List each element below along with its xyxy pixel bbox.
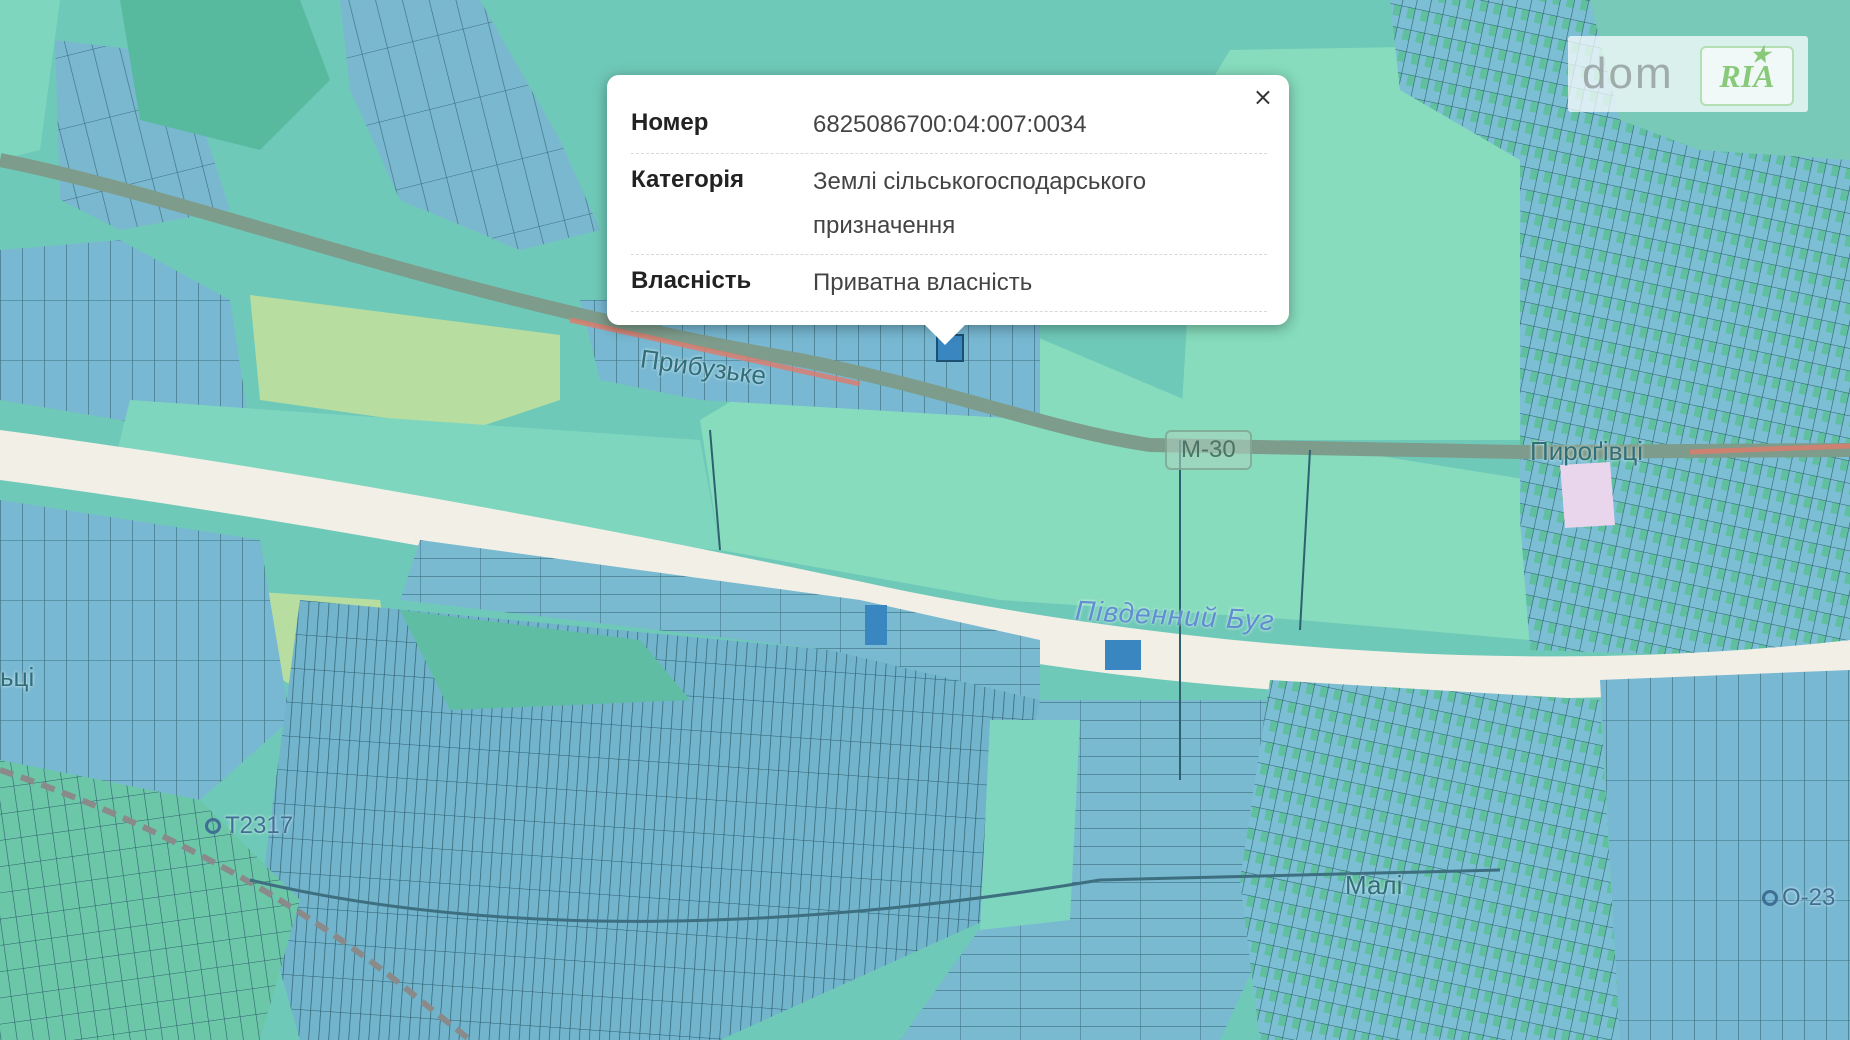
road-shield-m30: М-30: [1165, 430, 1252, 470]
popup-key-number: Номер: [631, 109, 709, 136]
parcel-block-south-far-east: [1600, 670, 1850, 1040]
map-viewport[interactable]: Прибузьке Пироґівці ьці Малі Південний Б…: [0, 0, 1850, 1040]
place-label-bottom-village: Малі: [1345, 870, 1403, 900]
place-label-left-edge: ьці: [0, 662, 35, 692]
popup-value-ownership: Приватна власність: [813, 269, 1033, 296]
village-south: [1240, 680, 1620, 1040]
popup-value-category: Землі сільськогосподарського призначення: [813, 168, 1147, 239]
ria-logo: ★ RIA: [1700, 42, 1794, 106]
field-south-light: [980, 720, 1080, 930]
parcel-info-popup: × Номер 6825086700:04:007:0034 Категорія…: [607, 75, 1289, 345]
popup-row-ownership: Власність Приватна власність: [631, 255, 1267, 312]
road-ref-left-label: Т2317: [225, 812, 294, 839]
road-ref-ring-icon: [1762, 890, 1778, 906]
blue-parcel-2: [1105, 640, 1141, 670]
popup-key-category: Категорія: [631, 166, 745, 193]
dom-ria-watermark: dom ★ RIA: [1568, 36, 1808, 112]
popup-row-category: Категорія Землі сільськогосподарського п…: [631, 154, 1267, 255]
popup-row-number: Номер 6825086700:04:007:0034: [631, 97, 1267, 154]
parcel-block-south-west: [0, 500, 290, 800]
popup-tip: [925, 325, 965, 345]
popup-value-number: 6825086700:04:007:0034: [813, 111, 1087, 138]
close-icon[interactable]: ×: [1253, 85, 1273, 109]
road-ref-right: О-23: [1762, 884, 1835, 912]
place-label-pyrohivtsi: Пироґівці: [1530, 436, 1644, 466]
watermark-dom-text: dom: [1582, 49, 1674, 98]
road-ref-ring-icon: [205, 818, 221, 834]
star-icon: ★: [1750, 42, 1770, 67]
pink-area: [1560, 462, 1615, 528]
road-ref-right-label: О-23: [1782, 884, 1836, 911]
blue-parcel-1: [865, 605, 887, 645]
road-ref-left: Т2317: [205, 812, 293, 840]
popup-key-ownership: Власність: [631, 267, 752, 294]
